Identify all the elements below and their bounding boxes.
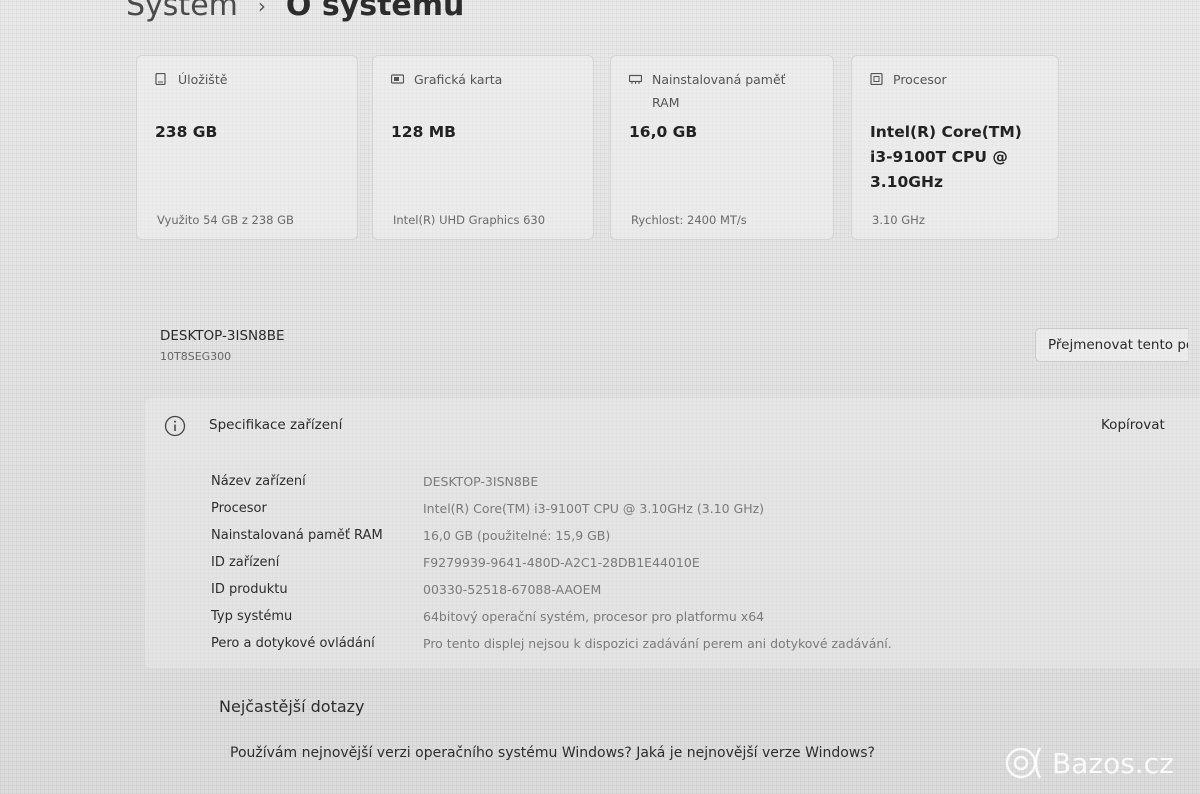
card-processor-label: Procesor	[893, 72, 947, 87]
rename-pc-button[interactable]: Přejmenovat tento po	[1035, 328, 1188, 362]
spec-label: Název zařízení	[211, 474, 306, 489]
spec-value: 16,0 GB (použitelné: 15,9 GB)	[423, 528, 611, 543]
card-ram-sub: Rychlost: 2400 MT/s	[631, 213, 747, 227]
spec-title: Specifikace zařízení	[209, 417, 343, 433]
spec-label: Nainstalovaná paměť RAM	[211, 528, 383, 543]
spec-value: 00330-52518-67088-AAOEM	[423, 582, 602, 597]
card-storage-sub: Využito 54 GB z 238 GB	[157, 213, 294, 227]
spec-value: Intel(R) Core(TM) i3-9100T CPU @ 3.10GHz…	[423, 501, 765, 516]
graphics-card-icon	[391, 74, 404, 84]
card-storage-label: Úložiště	[178, 72, 228, 87]
spec-label: ID zařízení	[211, 555, 280, 570]
spec-value: 64bitový operační systém, procesor pro p…	[423, 609, 765, 624]
card-graphics-value: 128 MB	[391, 123, 456, 141]
faq-question-link[interactable]: Používám nejnovější verzi operačního sys…	[230, 745, 875, 761]
spec-value: Pro tento displej nejsou k dispozici zad…	[423, 636, 892, 651]
spec-value: DESKTOP-3ISN8BE	[423, 474, 539, 489]
card-ram: Nainstalovaná paměť RAM 16,0 GB Rychlost…	[610, 55, 834, 240]
device-model: 10T8SEG300	[160, 350, 232, 363]
faq-title: Nejčastější dotazy	[219, 697, 365, 716]
device-name: DESKTOP-3ISN8BE	[160, 328, 285, 344]
device-specifications: Specifikace zařízení Kopírovat Název zař…	[145, 398, 1200, 668]
card-storage: Úložiště 238 GB Využito 54 GB z 238 GB	[136, 55, 358, 240]
copy-button[interactable]: Kopírovat	[1101, 417, 1165, 433]
spec-label: Procesor	[211, 501, 267, 516]
processor-icon	[870, 73, 883, 85]
card-ram-label: Nainstalovaná paměť RAM	[652, 72, 786, 110]
bazos-logo-icon	[1005, 747, 1042, 779]
card-graphics-sub: Intel(R) UHD Graphics 630	[393, 213, 546, 227]
card-graphics-label: Grafická karta	[414, 72, 503, 87]
card-ram-value: 16,0 GB	[629, 123, 698, 141]
spec-header[interactable]: Specifikace zařízení Kopírovat	[145, 398, 1200, 454]
spec-label: Typ systému	[211, 609, 293, 624]
card-processor-sub: 3.10 GHz	[872, 213, 925, 227]
spec-label: ID produktu	[211, 582, 288, 597]
info-icon	[164, 415, 186, 437]
watermark: Bazos.cz	[1004, 744, 1174, 782]
card-graphics: Grafická karta 128 MB Intel(R) UHD Graph…	[372, 55, 594, 240]
memory-icon	[629, 74, 642, 84]
card-processor-value: Intel(R) Core(TM) i3-9100T CPU @ 3.10GHz	[870, 123, 1022, 191]
card-processor: Procesor Intel(R) Core(TM) i3-9100T CPU …	[851, 55, 1059, 240]
storage-icon	[155, 73, 166, 85]
device-name-row: DESKTOP-3ISN8BE 10T8SEG300 Přejmenovat t…	[140, 318, 1200, 370]
card-storage-value: 238 GB	[155, 123, 218, 141]
spec-label: Pero a dotykové ovládání	[211, 636, 375, 651]
spec-value: F9279939-9641-480D-A2C1-28DB1E44010E	[423, 555, 700, 570]
breadcrumb-separator-icon: ›	[257, 0, 266, 18]
breadcrumb: Systém › O systému	[126, 0, 464, 23]
breadcrumb-parent[interactable]: Systém	[126, 0, 238, 23]
watermark-text: Bazos.cz	[1052, 746, 1174, 780]
page-title: O systému	[285, 0, 465, 23]
